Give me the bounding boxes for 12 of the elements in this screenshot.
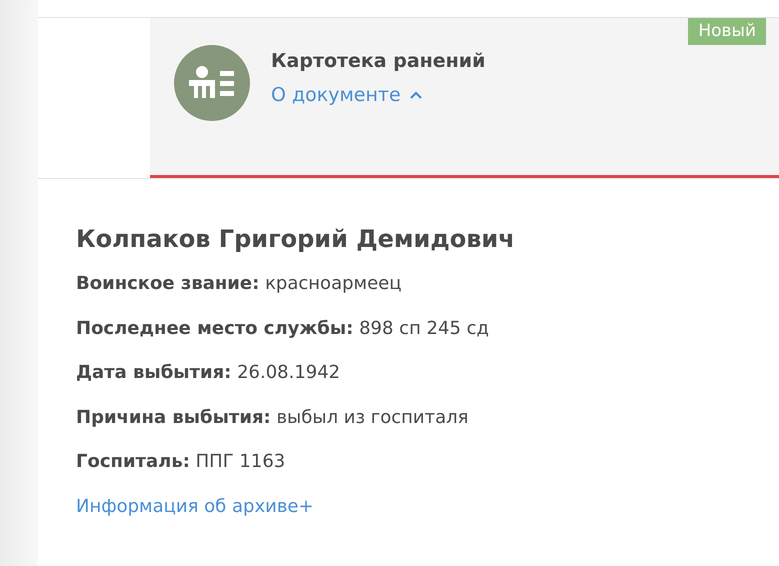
archive-info-link[interactable]: Информация об архиве+ xyxy=(76,496,314,518)
person-name: Колпаков Григорий Демидович xyxy=(76,225,516,253)
info-row-text: Госпиталь: ППГ 1163 xyxy=(76,451,286,473)
new-badge: Новый xyxy=(688,18,766,45)
info-row-text: Последнее место службы: 898 сп 245 сд xyxy=(76,318,490,340)
about-document-link[interactable]: О документе xyxy=(271,84,486,106)
info-row-text: Воинское звание: красноармеец xyxy=(76,273,403,295)
info-row-text: Причина выбытия: выбыл из госпиталя xyxy=(76,406,470,428)
document-person-icon xyxy=(174,45,250,121)
caret-icon xyxy=(408,90,423,100)
document-title: Картотека ранений xyxy=(271,50,486,72)
info-row-text: Дата выбытия: 26.08.1942 xyxy=(76,362,342,384)
